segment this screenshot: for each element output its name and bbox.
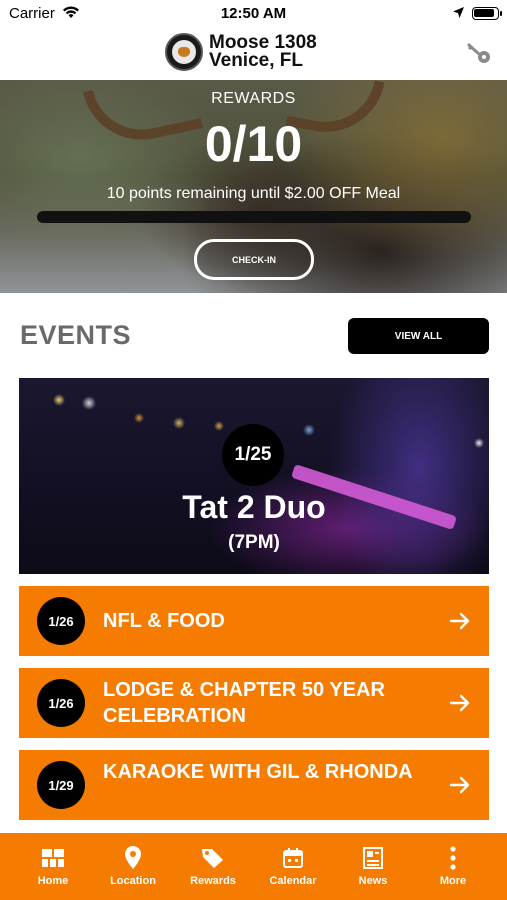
newspaper-icon [363, 845, 383, 871]
moose-logo [165, 33, 203, 71]
lodge-title: Moose 1308 Venice, FL [209, 33, 317, 71]
tab-label: News [358, 875, 388, 887]
check-in-button[interactable]: CHECK-IN [194, 239, 314, 280]
rewards-banner: REWARDS 0/10 10 points remaining until $… [0, 80, 507, 293]
arrow-right-icon [449, 692, 471, 719]
more-vertical-icon [450, 845, 456, 871]
featured-event-time: (7PM) [228, 532, 280, 553]
tag-icon [201, 845, 225, 871]
tab-label: Location [110, 875, 156, 887]
event-row[interactable]: 1/26 NFL & FOOD [19, 586, 489, 656]
tab-location[interactable]: Location [93, 833, 173, 900]
rewards-points: 0/10 [204, 116, 303, 172]
grid-icon [42, 845, 64, 871]
location-arrow-icon [452, 6, 465, 24]
key-icon[interactable] [465, 40, 493, 71]
calendar-icon [283, 845, 303, 871]
event-date-badge: 1/26 [37, 597, 85, 645]
arrow-right-icon [449, 610, 471, 637]
event-row[interactable]: 1/29 KARAOKE WITH GIL & RHONDA [19, 750, 489, 820]
arrow-right-icon [449, 774, 471, 801]
clock: 12:50 AM [220, 5, 287, 22]
tab-calendar[interactable]: Calendar [253, 833, 333, 900]
tab-label: Home [37, 875, 69, 887]
battery-icon [472, 7, 502, 20]
event-row[interactable]: 1/26 LODGE & CHAPTER 50 YEAR CELEBRATION [19, 668, 489, 738]
tab-label: More [439, 875, 467, 887]
featured-event-name: Tat 2 Duo [182, 489, 326, 525]
tab-home[interactable]: Home [13, 833, 93, 900]
rewards-progress-bar [37, 211, 471, 223]
tab-label: Rewards [190, 875, 236, 887]
events-heading: EVENTS [20, 320, 132, 350]
featured-event-card[interactable]: 1/25 Tat 2 Duo (7PM) [19, 378, 489, 574]
bottom-tab-bar: Home Location Rewards Calendar News More [0, 833, 507, 900]
app-header: Moose 1308 Venice, FL [0, 28, 507, 80]
tab-rewards[interactable]: Rewards [173, 833, 253, 900]
rewards-label: REWARDS [211, 90, 296, 107]
event-title: NFL & FOOD [103, 610, 225, 632]
event-date-badge: 1/29 [37, 761, 85, 809]
rewards-remaining-text: 10 points remaining until $2.00 OFF Meal [106, 185, 401, 202]
featured-event-date: 1/25 [222, 424, 284, 486]
view-all-button[interactable]: VIEW ALL [348, 318, 489, 354]
lodge-location: Venice, FL [209, 50, 303, 71]
status-bar: Carrier 12:50 AM [0, 0, 507, 28]
event-date-badge: 1/26 [37, 679, 85, 727]
map-pin-icon [124, 845, 142, 871]
tab-more[interactable]: More [413, 833, 493, 900]
event-title: LODGE & CHAPTER 50 YEAR CELEBRATION [103, 679, 385, 727]
tab-news[interactable]: News [333, 833, 413, 900]
tab-label: Calendar [269, 875, 317, 887]
event-title: KARAOKE WITH GIL & RHONDA [103, 761, 413, 783]
